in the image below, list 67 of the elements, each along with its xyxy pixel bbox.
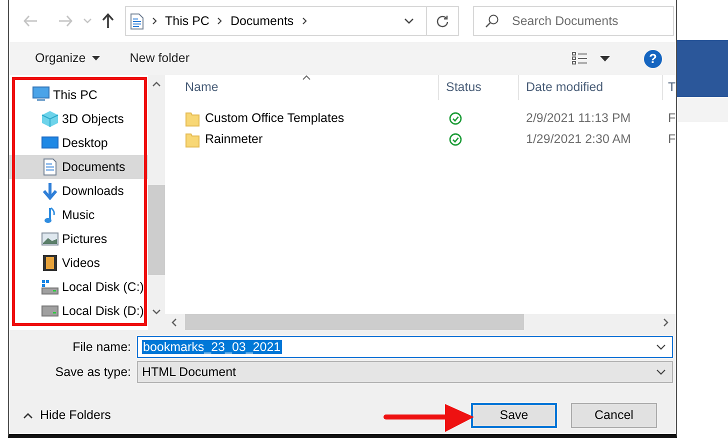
tree-item[interactable]: 3D Objects <box>9 107 148 131</box>
tree-item[interactable]: Local Disk (C:) <box>9 275 148 299</box>
field-label: File name: <box>72 338 132 356</box>
scrollbar-thumb[interactable] <box>148 185 165 275</box>
column-header[interactable]: Status <box>439 75 519 100</box>
hide-folders-button[interactable]: Hide Folders <box>23 406 111 425</box>
title-bar <box>677 40 728 97</box>
new-folder-button[interactable]: New folder <box>122 47 198 70</box>
column-header[interactable]: Date modified <box>519 75 663 100</box>
download-arrow-icon <box>41 182 59 200</box>
folder-icon <box>185 110 200 126</box>
tree-item[interactable]: Desktop <box>9 131 148 155</box>
chevron-down-icon <box>404 18 414 24</box>
file-name-field[interactable]: bookmarks_23_03_2021 <box>137 336 673 358</box>
chevron-right-icon <box>217 17 222 25</box>
tree-item[interactable]: Videos <box>9 251 148 275</box>
cube-icon <box>41 110 59 128</box>
picture-icon <box>41 230 59 248</box>
cancel-button[interactable]: Cancel <box>571 403 657 428</box>
tree-item[interactable]: This PC <box>9 83 148 107</box>
table-cell-text: 2/9/2021 11:13 PM <box>525 110 632 128</box>
folder-icon <box>185 132 200 148</box>
address-bar[interactable]: This PC Documents <box>125 6 459 36</box>
breadcrumb-item[interactable]: This PC <box>165 12 210 30</box>
scroll-left-icon[interactable] <box>171 318 177 326</box>
computer-icon <box>32 86 50 104</box>
breadcrumb-item[interactable]: Documents <box>230 12 294 30</box>
chevron-down-icon <box>656 369 666 375</box>
tree-item[interactable]: Downloads <box>9 179 148 203</box>
caret-down-icon <box>600 56 610 62</box>
drive-icon <box>41 278 59 296</box>
save-button[interactable]: Save <box>471 403 557 428</box>
tree-item[interactable]: Documents <box>9 155 148 179</box>
file-name[interactable]: Rainmeter <box>205 130 263 149</box>
field-label: Save as type: <box>54 364 132 381</box>
document-icon <box>130 12 144 30</box>
table-cell-text: 1/29/2021 2:30 AM <box>525 131 632 148</box>
scroll-up-icon[interactable] <box>152 81 161 87</box>
list-view-icon <box>572 52 588 65</box>
refresh-icon[interactable] <box>436 14 449 28</box>
tree-item[interactable]: Music <box>9 203 148 227</box>
scroll-down-icon[interactable] <box>152 309 161 315</box>
caret-down-icon <box>92 56 100 61</box>
film-strip-icon <box>41 254 59 272</box>
chevron-right-icon <box>302 17 307 25</box>
check-circle-icon <box>449 112 462 125</box>
organize-menu-button[interactable]: Organize <box>27 47 108 70</box>
up-arrow-icon[interactable] <box>101 13 115 29</box>
tree-item[interactable]: Local Disk (D:) <box>9 299 148 323</box>
scrollbar-thumb[interactable] <box>185 314 524 330</box>
search-field[interactable]: Search Documents <box>473 6 674 36</box>
search-icon <box>485 14 499 28</box>
type-dropdown[interactable]: HTML Document <box>137 361 673 383</box>
scroll-right-icon[interactable] <box>663 318 669 326</box>
table-cell-text: F <box>667 131 676 148</box>
chevron-down-icon <box>656 344 666 350</box>
help-button[interactable]: ? <box>644 50 662 68</box>
column-header[interactable]: Name <box>165 75 439 100</box>
check-circle-icon <box>449 133 462 146</box>
tree-item[interactable]: Pictures <box>9 227 148 251</box>
horizontal-scrollbar[interactable] <box>165 314 676 330</box>
column-header[interactable]: T <box>663 75 676 100</box>
document-icon <box>41 158 59 176</box>
chevron-up-icon <box>23 412 33 418</box>
chevron-right-icon <box>152 17 157 25</box>
table-cell-text: F <box>667 110 676 128</box>
file-name[interactable]: Custom Office Templates <box>205 109 344 128</box>
